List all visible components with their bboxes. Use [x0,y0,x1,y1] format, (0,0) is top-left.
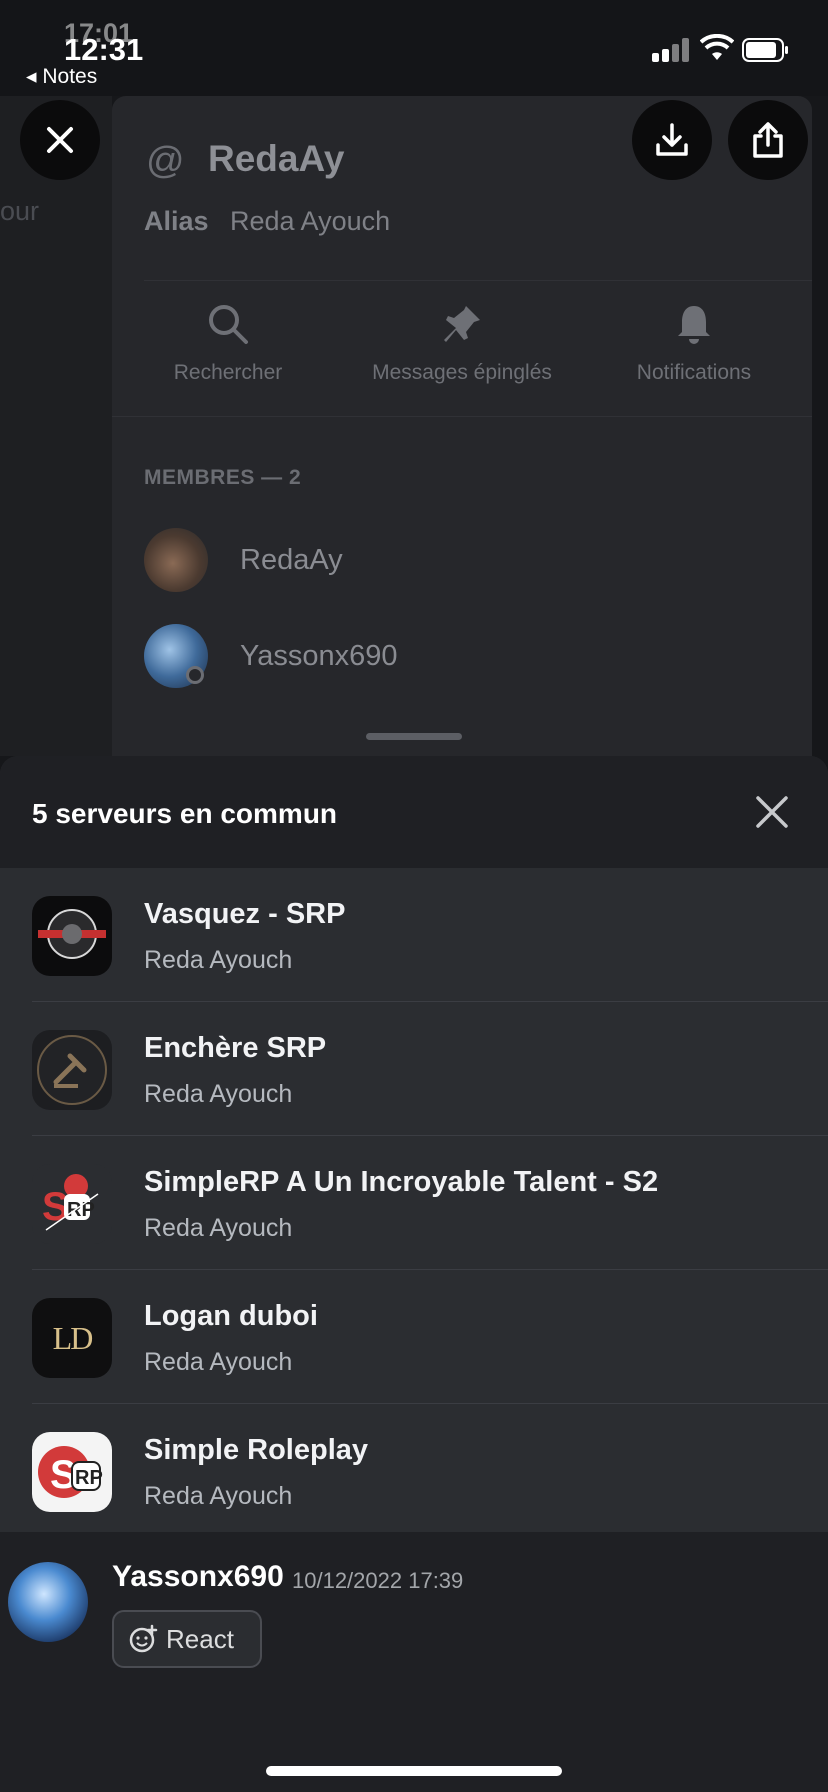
server-icon-text: LD [52,1319,94,1356]
alias-label: Alias [144,206,209,236]
server-icon [32,896,112,976]
search-action[interactable]: Rechercher [128,302,328,385]
home-indicator[interactable] [266,1766,562,1776]
react-label: React [166,1623,234,1654]
member-name[interactable]: Yassonx690 [240,640,397,673]
signal-icon [652,38,690,62]
server-nickname: Reda Ayouch [144,1214,293,1242]
status-offline-icon [186,666,204,684]
server-name: Logan duboi [144,1300,318,1332]
back-to-notes-link[interactable]: ◂ Notes [26,64,97,89]
bell-icon [678,306,710,344]
server-nickname: Reda Ayouch [144,946,293,974]
avatar[interactable] [8,1562,88,1642]
react-button[interactable]: React [112,1610,262,1668]
server-icon: S RP [32,1164,112,1244]
pinned-messages-label: Messages épinglés [372,361,552,384]
message-timestamp: 10/12/2022 17:39 [292,1568,464,1593]
alias-value: Reda Ayouch [230,206,391,236]
members-header: MEMBRES — 2 [144,466,302,489]
server-row[interactable]: S RP SimpleRP A Un Incroyable Talent - S… [0,1136,828,1270]
add-reaction-icon [129,1624,158,1653]
mutual-servers-sheet: 5 serveurs en commun Vasquez - SRP Reda … [0,756,828,1532]
search-icon [209,305,248,344]
background-left-text: our [0,196,40,226]
server-nickname: Reda Ayouch [144,1482,293,1510]
share-icon [753,122,783,158]
server-name: Enchère SRP [144,1032,327,1064]
battery-icon [742,38,788,62]
user-profile-panel [112,96,812,756]
server-row[interactable]: S RP Simple Roleplay Reda Ayouch [0,1404,828,1532]
share-button[interactable] [728,100,808,180]
status-time: 12:31 [64,32,144,67]
drag-handle[interactable] [366,733,462,740]
server-icon: LD [32,1298,112,1378]
avatar[interactable] [144,528,208,592]
message-author[interactable]: Yassonx690 [112,1560,284,1594]
notifications-label: Notifications [636,361,752,384]
close-icon [47,127,73,153]
search-action-label: Rechercher [173,361,283,384]
notifications-action[interactable]: Notifications [594,302,794,385]
background-left-strip [0,96,112,756]
member-name[interactable]: RedaAy [240,544,343,577]
pinned-messages-action[interactable]: Messages épinglés [362,302,562,385]
divider [112,416,812,417]
server-icon [32,1030,112,1110]
server-name: Vasquez - SRP [144,898,346,930]
server-row[interactable]: Vasquez - SRP Reda Ayouch [0,868,828,1002]
close-icon[interactable] [752,792,792,832]
sheet-header: 5 serveurs en commun [0,756,828,868]
svg-text:RP: RP [75,1467,103,1489]
divider [144,280,812,281]
download-icon [656,123,688,156]
server-name: Simple Roleplay [144,1434,369,1466]
close-overlay-button[interactable] [20,100,100,180]
download-button[interactable] [632,100,712,180]
server-nickname: Reda Ayouch [144,1080,293,1108]
pin-icon [444,306,480,342]
server-row[interactable]: LD Logan duboi Reda Ayouch [0,1270,828,1404]
status-bar: 17:01 12:31 ◂ Notes [0,0,828,96]
server-name: SimpleRP A Un Incroyable Talent - S2 [144,1166,659,1198]
svg-text:RP: RP [67,1199,95,1221]
sheet-title: 5 serveurs en commun [32,798,338,829]
server-nickname: Reda Ayouch [144,1348,293,1376]
server-icon: S RP [32,1432,112,1512]
server-row[interactable]: Enchère SRP Reda Ayouch [0,1002,828,1136]
at-icon: @ [146,140,185,182]
panel-title: RedaAy [208,138,345,179]
chat-message: Yassonx690 10/12/2022 17:39 React [0,1532,828,1792]
wifi-icon [700,34,734,60]
